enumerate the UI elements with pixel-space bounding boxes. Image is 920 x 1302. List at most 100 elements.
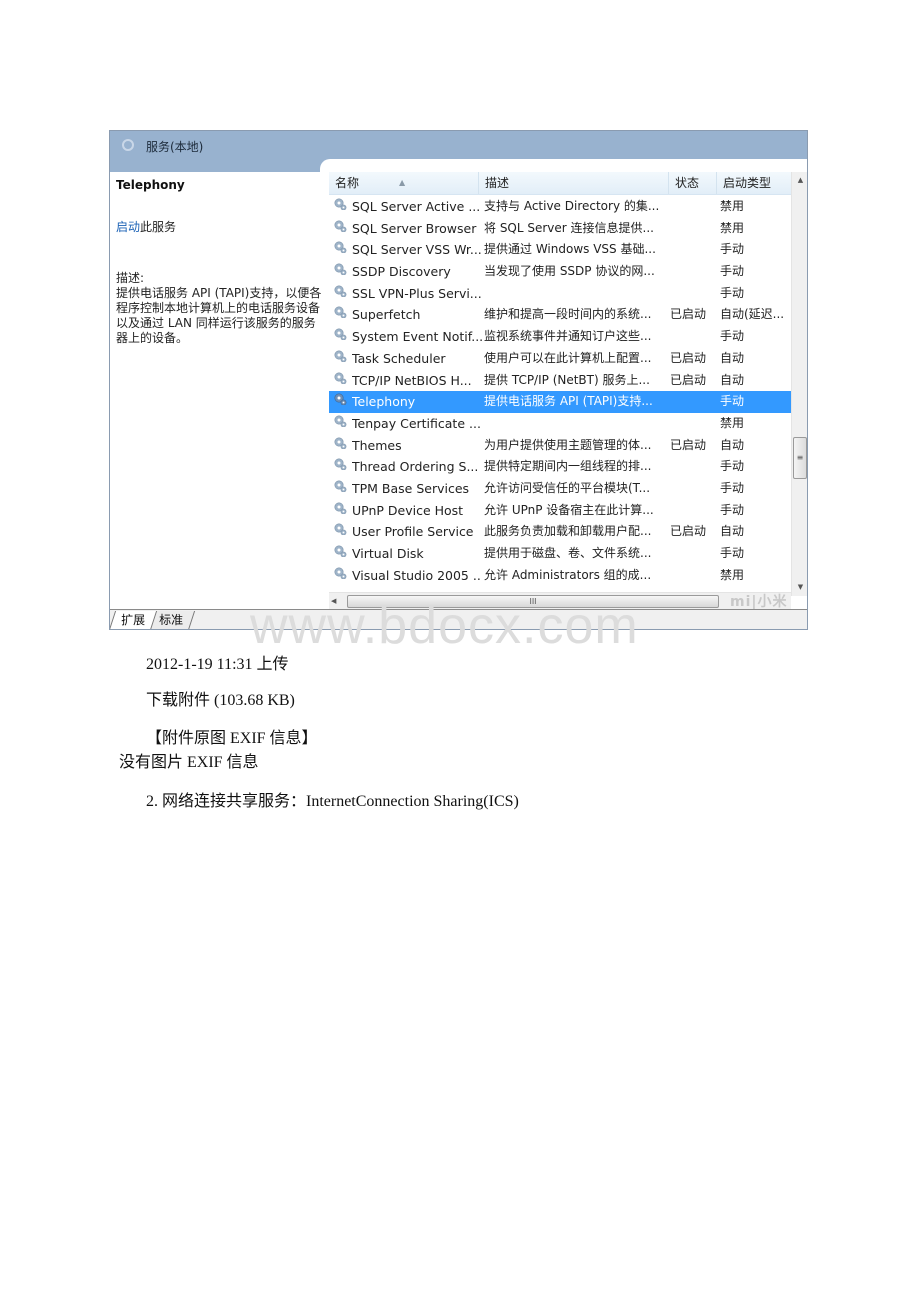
service-gear-icon [333, 304, 347, 319]
service-gear-icon [333, 391, 347, 406]
service-description: 支持与 Active Directory 的集... [484, 199, 660, 213]
service-status: 已启动 [670, 372, 707, 387]
service-description: 允许 Administrators 组的成... [484, 567, 652, 582]
service-row[interactable]: SQL Server Active ... 支持与 Active Director… [329, 196, 791, 218]
service-row[interactable]: Tenpay Certificate ... 禁用 [329, 413, 791, 435]
service-gear-icon [333, 565, 347, 579]
service-name: Themes [352, 437, 402, 453]
services-list: 名称 ▲ 描述 状态 启动类型 SQL Server Active ... 支持与 … [329, 172, 791, 596]
service-startup-type: 手动 [720, 285, 745, 300]
scroll-down-arrow-icon[interactable]: ▼ [792, 579, 807, 596]
sort-ascending-icon: ▲ [399, 178, 406, 187]
service-row[interactable]: Themes 为用户提供使用主题管理的体... 已启动 自动 [329, 435, 791, 457]
service-startup-type: 禁用 [720, 199, 745, 213]
services-window: 服务(本地) Telephony 启动此服务 描述: 提供电话服务 API (T… [109, 130, 808, 630]
start-service-suffix: 此服务 [140, 220, 177, 234]
service-description: 将 SQL Server 连接信息提供... [484, 220, 654, 235]
column-header-status[interactable]: 状态 [669, 172, 717, 194]
service-startup-type: 禁用 [720, 220, 745, 235]
service-gear-icon [333, 283, 347, 297]
service-status: 已启动 [670, 524, 707, 539]
service-row[interactable]: SSL VPN-Plus Servi... 手动 [329, 283, 791, 305]
service-row[interactable]: Task Scheduler 使用户可以在此计算机上配置... 已启动 自动 [329, 348, 791, 370]
service-row[interactable]: TCP/IP NetBIOS H... 提供 TCP/IP (NetBT) 服务上… [329, 370, 791, 392]
service-row[interactable]: SSDP Discovery 当发现了使用 SSDP 协议的网... 手动 [329, 261, 791, 283]
service-description: 提供电话服务 API (TAPI)支持... [484, 394, 653, 409]
service-row[interactable]: User Profile Service 此服务负责加载和卸载用户配... 已启动自… [329, 521, 791, 543]
service-startup-type: 禁用 [720, 567, 745, 582]
service-row[interactable]: UPnP Device Host 允许 UPnP 设备宿主在此计算... 手动 [329, 500, 791, 522]
service-name: Tenpay Certificate ... [352, 415, 481, 431]
section-heading: 2. 网络连接共享服务：InternetConnection Sharing(I… [146, 793, 519, 810]
service-description: 提供 TCP/IP (NetBT) 服务上... [484, 372, 650, 387]
service-description: 提供通过 Windows VSS 基础... [484, 242, 656, 257]
tab-label: 扩展 [121, 613, 146, 627]
service-name: SQL Server Active ... [352, 199, 481, 214]
download-attachment-link[interactable]: 下载附件 (103.68 KB) [146, 686, 295, 710]
column-header-description[interactable]: 描述 [479, 172, 669, 194]
service-description: 为用户提供使用主题管理的体... [484, 437, 652, 452]
service-row[interactable]: SQL Server VSS Wr... 提供通过 Windows VSS 基础.… [329, 239, 791, 261]
service-startup-type: 自动 [720, 372, 745, 387]
service-description: 此服务负责加载和卸载用户配... [484, 524, 652, 539]
service-gear-icon [333, 543, 347, 557]
column-header-name[interactable]: 名称 ▲ [329, 172, 479, 194]
service-status: 已启动 [670, 307, 707, 322]
service-gear-icon [333, 521, 347, 536]
service-description: 提供电话服务 API (TAPI)支持，以便各程序控制本地计算机上的电话服务设备… [116, 286, 322, 345]
service-row[interactable]: Visual Studio 2005 ... 允许 Administrators … [329, 565, 791, 587]
list-rows: SQL Server Active ... 支持与 Active Director… [329, 196, 791, 586]
service-row[interactable]: Thread Ordering S... 提供特定期间内一组线程的排... 手动 [329, 456, 791, 478]
service-name: SQL Server Browser [352, 220, 477, 236]
service-name: UPnP Device Host [352, 502, 464, 518]
service-gear-icon [333, 196, 347, 210]
start-service-line: 启动此服务 [116, 218, 176, 235]
window-title: 服务(本地) [146, 140, 204, 154]
start-service-link[interactable]: 启动 [116, 220, 140, 234]
service-startup-type: 手动 [720, 329, 745, 344]
service-gear-icon [333, 500, 347, 514]
service-gear-icon [333, 218, 347, 232]
service-row[interactable]: System Event Notif... 监视系统事件并通知订户这些... 手动 [329, 326, 791, 348]
exif-none-text: 没有图片 EXIF 信息 [119, 754, 259, 771]
tab-label: 标准 [159, 613, 184, 627]
service-name: SQL Server VSS Wr... [352, 242, 482, 258]
service-row[interactable]: Telephony 提供电话服务 API (TAPI)支持... 手动 [329, 391, 791, 413]
service-row[interactable]: Superfetch 维护和提高一段时间内的系统... 已启动 自动(延迟... [329, 304, 791, 326]
description-label: 描述: [116, 271, 145, 285]
service-gear-icon [333, 456, 347, 471]
service-row[interactable]: Virtual Disk 提供用于磁盘、卷、文件系统... 手动 [329, 543, 791, 565]
vertical-scroll-thumb[interactable]: ≡ [793, 437, 807, 479]
column-header-startup-type[interactable]: 启动类型 [717, 172, 791, 194]
tab-extended[interactable]: 扩展 [110, 611, 158, 629]
service-startup-type: 手动 [720, 459, 745, 474]
page-watermark: www.bdocx.com [250, 597, 639, 655]
service-name: SSDP Discovery [352, 264, 451, 280]
selected-service-name: Telephony [116, 178, 185, 192]
service-gear-icon [333, 435, 347, 449]
service-name: Superfetch [352, 307, 421, 323]
service-row[interactable]: SQL Server Browser 将 SQL Server 连接信息提供...… [329, 218, 791, 240]
service-startup-type: 自动 [720, 524, 745, 539]
service-startup-type: 手动 [720, 546, 745, 560]
service-name: Task Scheduler [352, 350, 446, 366]
list-header-curve [320, 159, 807, 173]
service-name: Thread Ordering S... [352, 459, 479, 475]
scroll-up-arrow-icon[interactable]: ▲ [792, 172, 807, 189]
column-label: 名称 [335, 176, 360, 190]
service-name: TPM Base Services [352, 480, 470, 496]
exif-heading: 【附件原图 EXIF 信息】 [146, 730, 318, 747]
vertical-scrollbar[interactable]: ▲ ≡ ▼ [791, 172, 807, 596]
service-startup-type: 自动(延迟... [720, 307, 785, 322]
service-gear-icon [333, 239, 347, 254]
service-gear-icon [333, 478, 347, 492]
service-row[interactable]: TPM Base Services 允许访问受信任的平台模块(T... 手动 [329, 478, 791, 500]
search-icon [122, 139, 134, 151]
service-status: 已启动 [670, 350, 707, 365]
service-startup-type: 手动 [720, 502, 745, 517]
service-gear-icon [333, 348, 347, 362]
service-startup-type: 自动 [720, 350, 745, 365]
service-description: 当发现了使用 SSDP 协议的网... [484, 264, 655, 279]
service-description: 监视系统事件并通知订户这些... [484, 329, 652, 344]
upload-timestamp: 2012-1-19 11:31 上传 [146, 656, 289, 673]
